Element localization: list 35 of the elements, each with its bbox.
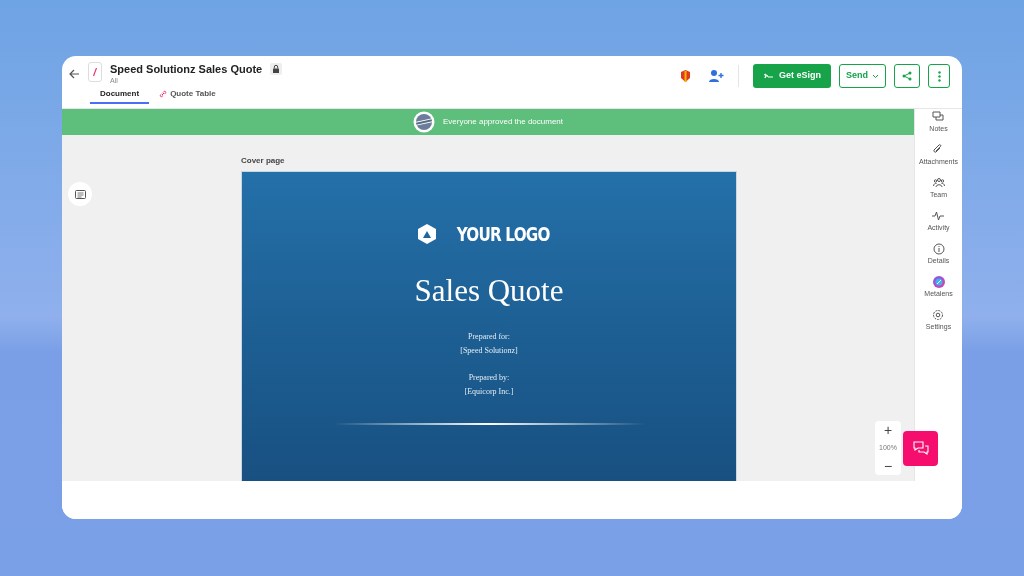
banner-message: Everyone approved the document [442, 116, 564, 128]
zoom-out-button[interactable]: − [883, 459, 893, 473]
zoom-in-button[interactable]: + [883, 423, 893, 437]
link-icon [159, 90, 168, 98]
add-user-icon[interactable] [707, 69, 724, 83]
client-name: [Speed Solutionz] [460, 345, 518, 357]
chat-button[interactable] [903, 431, 938, 466]
team-icon [932, 177, 945, 189]
logo-icon [416, 223, 437, 246]
logo-text: YOUR LOGO [456, 222, 550, 247]
gear-icon [932, 309, 945, 321]
chat-icon [912, 441, 929, 456]
lens-icon [932, 276, 945, 288]
more-options-button[interactable] [928, 64, 950, 88]
outline-button[interactable] [68, 182, 92, 206]
share-icon [902, 71, 912, 81]
section-label: Cover page [241, 155, 286, 167]
share-button[interactable] [894, 64, 920, 88]
approved-stamp-icon [412, 111, 435, 133]
prepared-by-label: Prepared by: [468, 372, 510, 384]
prepared-for-label: Prepared for: [468, 331, 510, 343]
pulse-icon [932, 210, 945, 222]
document-icon [88, 62, 102, 82]
chevron-down-icon [872, 73, 879, 79]
document-title: Speed Solutionz Sales Quote [110, 62, 263, 76]
company-name: [Equicorp Inc.] [464, 386, 514, 398]
tab[interactable]: Quote Table [149, 87, 226, 104]
info-icon [932, 243, 945, 255]
notes-icon [932, 111, 945, 123]
kebab-menu-icon [937, 70, 941, 82]
tab[interactable]: Document [90, 87, 150, 104]
list-icon [74, 189, 86, 199]
back-arrow-icon[interactable] [68, 68, 80, 80]
signature-icon [762, 72, 774, 80]
cover-title: Sales Quote [414, 271, 564, 310]
